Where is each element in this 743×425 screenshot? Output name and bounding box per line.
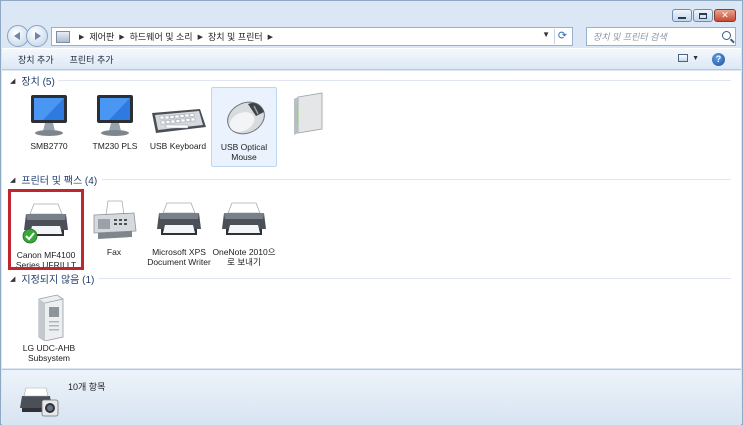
keyboard-icon	[152, 91, 206, 139]
minimize-button[interactable]	[672, 9, 692, 22]
mouse-icon	[218, 92, 270, 140]
monitor-icon	[23, 91, 75, 139]
printer-item-xps-writer[interactable]: Microsoft XPS Document Writer	[146, 197, 212, 267]
printer-label: Fax	[106, 247, 122, 257]
group-header-devices[interactable]: ◢ 장치 (5)	[10, 73, 55, 88]
forward-button[interactable]	[26, 25, 48, 47]
group-divider	[58, 80, 731, 81]
device-item-usb-keyboard[interactable]: USB Keyboard	[145, 91, 211, 152]
search-icon[interactable]	[722, 31, 731, 40]
address-bar[interactable]: ▶ 제어판 ▶ 하드웨어 및 소리 ▶ 장치 및 프린터 ▶ ▼ ⟳	[51, 27, 573, 46]
item-count: 10개 항목	[68, 382, 106, 392]
printer-icon	[153, 197, 205, 245]
device-label: USB Keyboard	[149, 141, 207, 151]
device-item-computer[interactable]	[275, 91, 341, 142]
printer-icon	[218, 197, 270, 245]
breadcrumb-hardware-sound[interactable]: 하드웨어 및 소리	[130, 30, 193, 43]
add-printer-button[interactable]: 프린터 추가	[70, 53, 114, 66]
chevron-right-icon[interactable]: ▶	[268, 33, 273, 41]
chevron-right-icon[interactable]: ▶	[119, 33, 124, 41]
device-label: SMB2770	[30, 141, 68, 151]
device-item-tm230[interactable]: TM230 PLS	[82, 91, 148, 152]
control-panel-icon	[56, 30, 70, 43]
group-title: 지정되지 않음 (1)	[21, 275, 95, 286]
fax-icon	[88, 197, 140, 245]
device-label: LG UDC-AHB Subsystem	[22, 343, 76, 363]
change-view-button[interactable]: ▼	[678, 54, 699, 62]
group-title: 프린터 및 팩스 (4)	[21, 176, 98, 187]
group-divider	[102, 179, 731, 180]
printer-item-canon-mf4100[interactable]: Canon MF4100 Series UFRII LT	[8, 189, 84, 270]
collapse-triangle-icon[interactable]: ◢	[10, 275, 15, 283]
search-input[interactable]: 장치 및 프린터 검색	[586, 27, 736, 46]
breadcrumb-control-panel[interactable]: 제어판	[89, 30, 114, 43]
devices-and-printers-window: ✕ ▶ 제어판 ▶ 하드웨어 및 소리 ▶ 장치 및 프린터 ▶ ▼ ⟳ 장치 …	[0, 0, 743, 425]
chevron-down-icon: ▼	[692, 54, 699, 62]
printer-item-onenote[interactable]: OneNote 2010으로 보내기	[211, 197, 277, 267]
group-title: 장치 (5)	[21, 77, 55, 88]
collapse-triangle-icon[interactable]: ◢	[10, 176, 15, 184]
caption-buttons: ✕	[672, 9, 736, 22]
search-placeholder: 장치 및 프린터 검색	[593, 32, 667, 42]
default-check-icon	[22, 228, 38, 244]
monitor-icon	[89, 91, 141, 139]
address-dropdown-icon[interactable]: ▼	[542, 30, 550, 39]
collapse-triangle-icon[interactable]: ◢	[10, 77, 15, 85]
printer-icon	[20, 200, 72, 248]
view-icon	[678, 54, 689, 62]
printer-label: OneNote 2010으로 보내기	[212, 247, 276, 267]
chevron-right-icon[interactable]: ▶	[198, 33, 203, 41]
device-label: USB Optical Mouse	[220, 142, 268, 162]
server-icon	[23, 293, 75, 342]
help-icon[interactable]: ?	[712, 53, 725, 66]
devices-and-printers-icon	[16, 378, 62, 420]
refresh-icon[interactable]: ⟳	[554, 29, 570, 44]
group-header-unspecified[interactable]: ◢ 지정되지 않음 (1)	[10, 271, 94, 286]
device-item-usb-mouse[interactable]: USB Optical Mouse	[211, 87, 277, 167]
address-row: ▶ 제어판 ▶ 하드웨어 및 소리 ▶ 장치 및 프린터 ▶ ▼ ⟳ 장치 및 …	[7, 25, 736, 47]
chevron-right-icon[interactable]: ▶	[79, 33, 84, 41]
group-divider	[98, 278, 731, 279]
group-header-printers[interactable]: ◢ 프린터 및 팩스 (4)	[10, 172, 97, 187]
computer-tower-icon	[282, 91, 334, 139]
device-item-smb2770[interactable]: SMB2770	[16, 91, 82, 152]
device-list: ◢ 장치 (5) SMB2770 TM230 PLS USB Keyboard …	[2, 71, 741, 368]
breadcrumb-devices-printers[interactable]: 장치 및 프린터	[208, 30, 263, 43]
device-label: TM230 PLS	[92, 141, 138, 151]
status-bar: 10개 항목	[2, 369, 741, 425]
maximize-button[interactable]	[693, 9, 713, 22]
close-button[interactable]: ✕	[714, 9, 736, 22]
add-device-button[interactable]: 장치 추가	[18, 53, 54, 66]
printer-label: Microsoft XPS Document Writer	[147, 247, 211, 267]
device-item-lg-udc[interactable]: LG UDC-AHB Subsystem	[16, 293, 82, 363]
printer-item-fax[interactable]: Fax	[81, 197, 147, 258]
printer-label: Canon MF4100 Series UFRII LT	[15, 250, 77, 270]
command-bar: 장치 추가 프린터 추가 ▼ ?	[2, 48, 741, 70]
